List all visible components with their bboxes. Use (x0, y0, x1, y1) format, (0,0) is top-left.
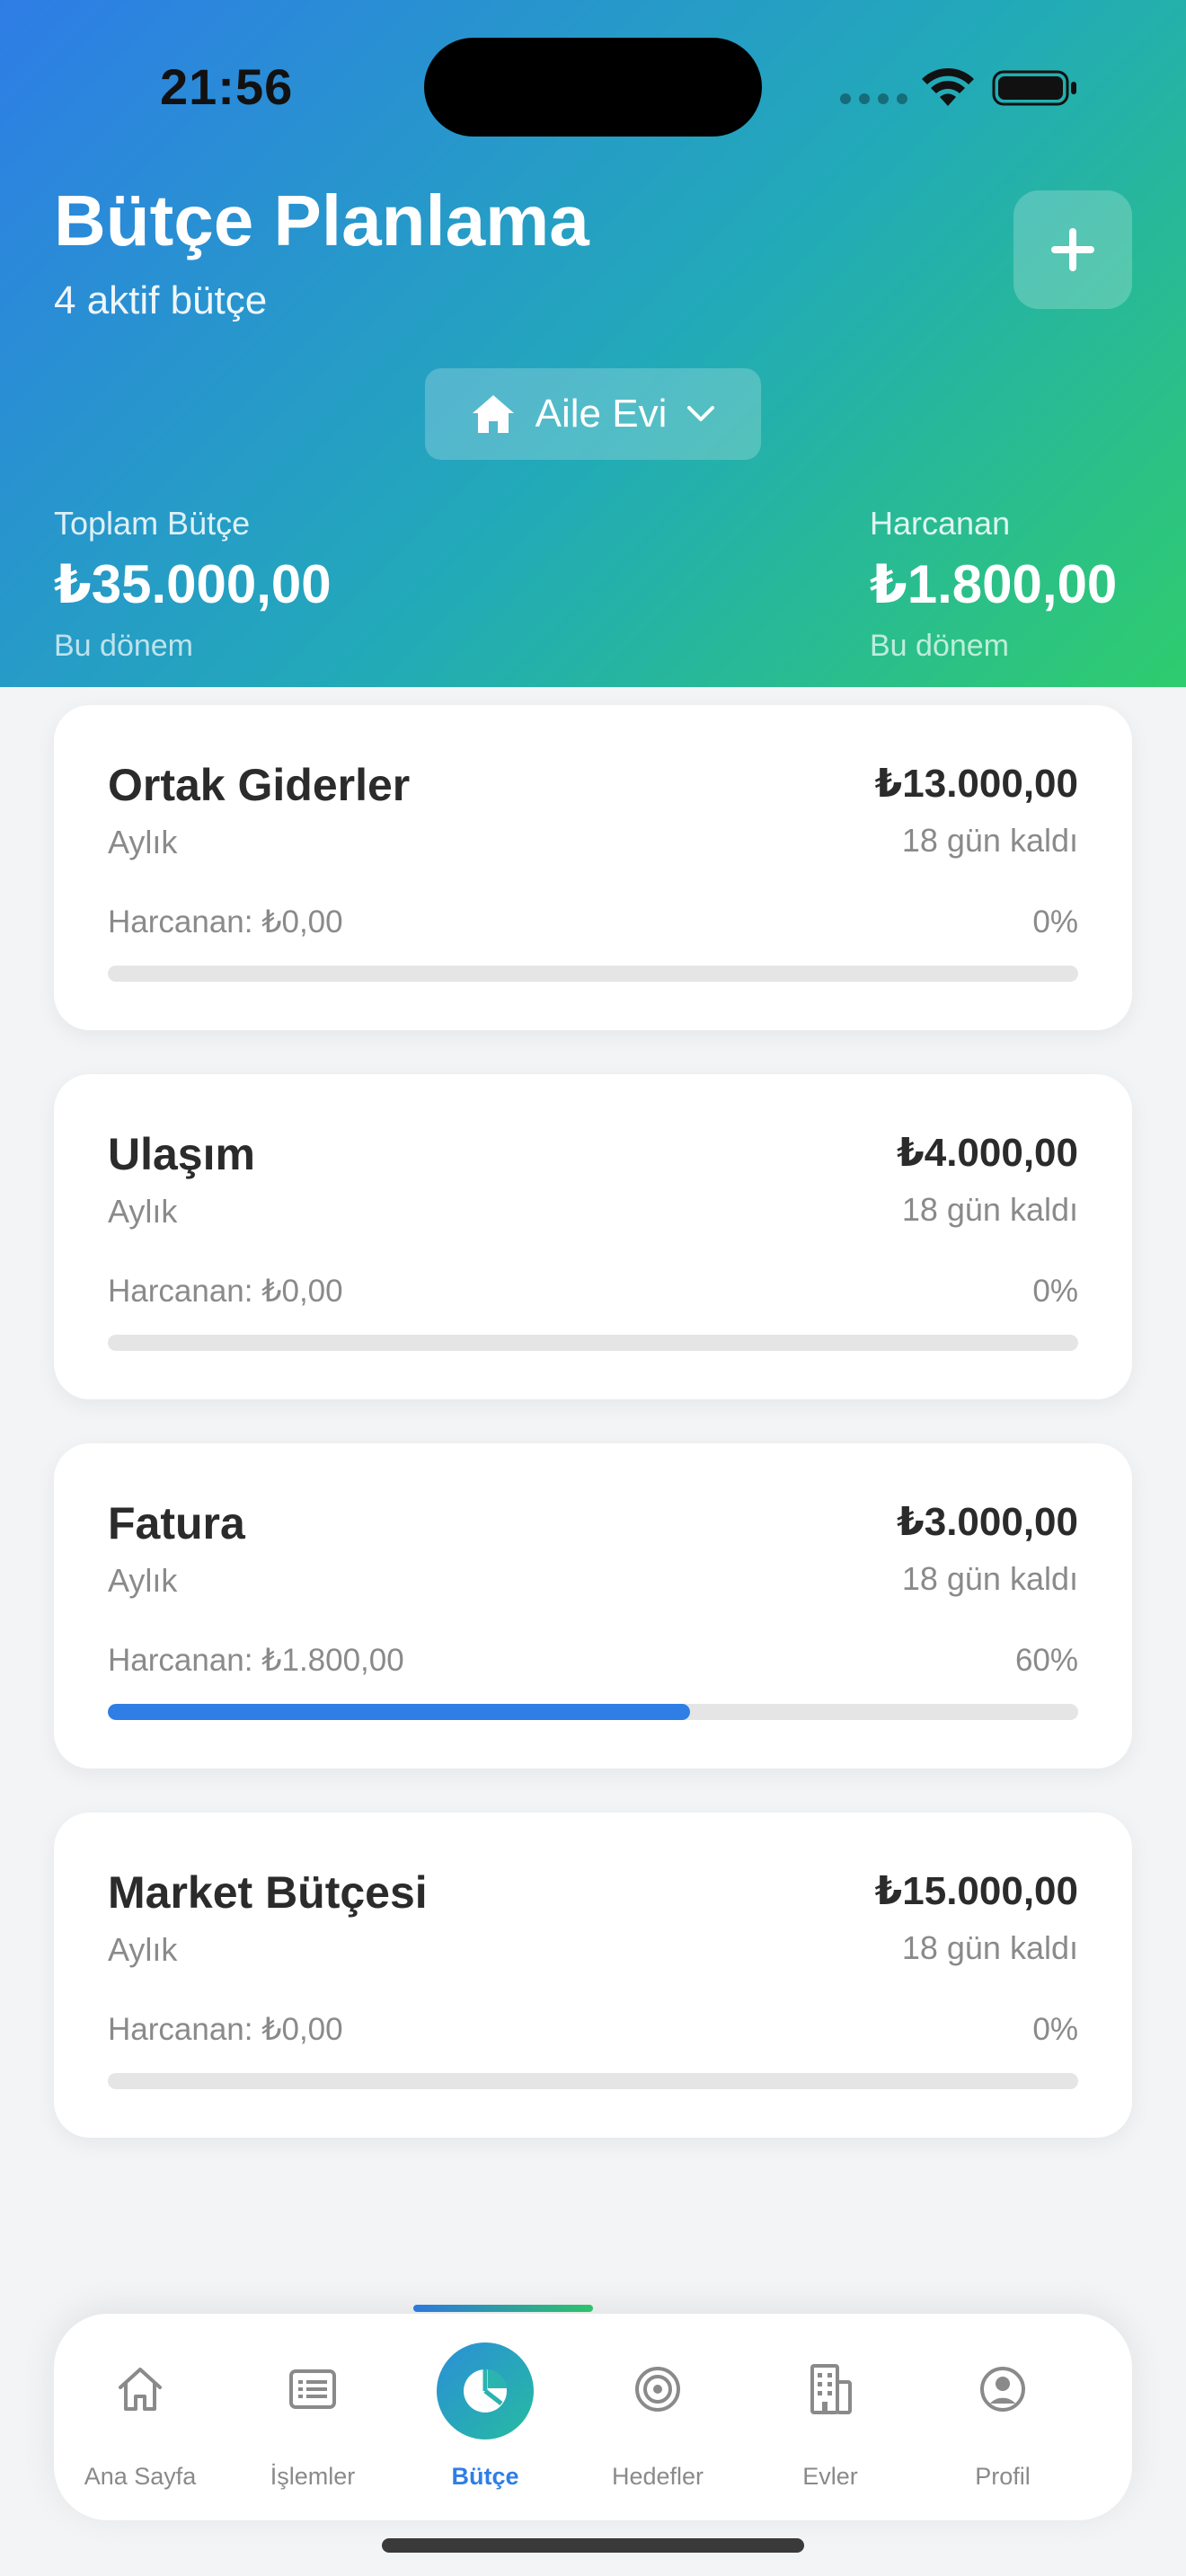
status-bar: 21:56 (0, 0, 1186, 171)
plus-icon (1051, 228, 1094, 271)
total-budget-label: Toplam Bütçe (54, 505, 251, 542)
active-tab-indicator (413, 2305, 593, 2312)
page-subtitle: 4 aktif bütçe (54, 278, 268, 322)
tab-evler[interactable]: Evler (744, 2314, 916, 2520)
budget-progress-bar (108, 1704, 1078, 1720)
add-budget-button[interactable] (1013, 190, 1132, 309)
tab-islemler[interactable]: İşlemler (226, 2314, 399, 2520)
home-indicator[interactable] (382, 2538, 804, 2553)
signal-icon (840, 93, 907, 104)
budget-spent: Harcanan: ₺1.800,00 (108, 1643, 404, 1678)
budget-amount: ₺15.000,00 (874, 1869, 1078, 1913)
tab-ana-sayfa[interactable]: Ana Sayfa (54, 2314, 226, 2520)
home-icon (472, 395, 514, 433)
budget-period: Aylık (108, 1931, 178, 1968)
tab-butce[interactable]: Bütçe (399, 2314, 571, 2520)
budget-amount: ₺4.000,00 (897, 1131, 1078, 1175)
budget-progress-bar (108, 966, 1078, 982)
list-icon (289, 2369, 336, 2409)
budget-days-left: 18 gün kaldı (901, 1191, 1078, 1228)
budget-spent: Harcanan: ₺0,00 (108, 2012, 343, 2047)
budget-card-ulasim[interactable]: Ulaşım Aylık ₺4.000,00 18 gün kaldı Harc… (54, 1074, 1132, 1399)
budget-percent: 60% (1014, 1643, 1078, 1678)
budget-name: Fatura (108, 1498, 245, 1548)
spent-label: Harcanan (870, 505, 1011, 542)
profile-icon (980, 2367, 1025, 2412)
budget-progress-fill (108, 1704, 690, 1720)
target-icon (635, 2367, 680, 2412)
header: 21:56 Bütçe Planlama 4 aktif bütçe Aile … (0, 0, 1186, 687)
budget-card-market[interactable]: Market Bütçesi Aylık ₺15.000,00 18 gün k… (54, 1813, 1132, 2138)
budget-card-ortak-giderler[interactable]: Ortak Giderler Aylık ₺13.000,00 18 gün k… (54, 705, 1132, 1030)
house-selector[interactable]: Aile Evi (425, 368, 761, 460)
budget-period: Aylık (108, 1193, 178, 1230)
house-selector-label: Aile Evi (535, 392, 668, 436)
dynamic-island (424, 38, 762, 137)
tab-label: İşlemler (270, 2463, 356, 2490)
tab-bar: Ana Sayfa İşlemler Bütçe Hedefler Evler … (54, 2314, 1132, 2520)
building-icon (810, 2364, 852, 2414)
battery-icon (992, 70, 1076, 106)
budget-days-left: 18 gün kaldı (901, 1929, 1078, 1966)
total-budget-value: ₺35.000,00 (54, 554, 332, 614)
status-time: 21:56 (160, 58, 294, 115)
chevron-down-icon (687, 406, 715, 421)
home-icon (119, 2368, 162, 2411)
pie-chart-icon (464, 2369, 507, 2413)
tab-label: Hedefler (611, 2463, 704, 2490)
tab-label: Bütçe (451, 2463, 519, 2490)
budget-amount: ₺3.000,00 (897, 1500, 1078, 1544)
budget-name: Ortak Giderler (108, 760, 411, 810)
budget-card-fatura[interactable]: Fatura Aylık ₺3.000,00 18 gün kaldı Harc… (54, 1443, 1132, 1769)
budget-percent: 0% (1032, 2012, 1078, 2047)
spent-period: Bu dönem (870, 629, 1009, 663)
budget-amount: ₺13.000,00 (874, 762, 1078, 806)
wifi-icon (922, 67, 974, 106)
tab-label: Evler (802, 2463, 858, 2490)
budget-days-left: 18 gün kaldı (901, 1560, 1078, 1597)
budget-days-left: 18 gün kaldı (901, 822, 1078, 859)
budget-spent: Harcanan: ₺0,00 (108, 904, 343, 940)
budget-name: Market Bütçesi (108, 1867, 428, 1918)
tab-profil[interactable]: Profil (916, 2314, 1089, 2520)
tab-active-circle (437, 2342, 534, 2439)
budget-progress-bar (108, 1335, 1078, 1351)
page-title: Bütçe Planlama (54, 181, 589, 260)
budget-name: Ulaşım (108, 1129, 255, 1179)
budget-percent: 0% (1032, 904, 1078, 940)
tab-label: Ana Sayfa (84, 2463, 197, 2490)
tab-label: Profil (975, 2463, 1031, 2490)
budget-spent: Harcanan: ₺0,00 (108, 1274, 343, 1309)
budget-period: Aylık (108, 1562, 178, 1599)
budget-percent: 0% (1032, 1274, 1078, 1309)
tab-hedefler[interactable]: Hedefler (571, 2314, 744, 2520)
spent-value: ₺1.800,00 (870, 554, 1118, 614)
budget-period: Aylık (108, 824, 178, 860)
total-budget-period: Bu dönem (54, 629, 193, 663)
budget-progress-bar (108, 2073, 1078, 2089)
